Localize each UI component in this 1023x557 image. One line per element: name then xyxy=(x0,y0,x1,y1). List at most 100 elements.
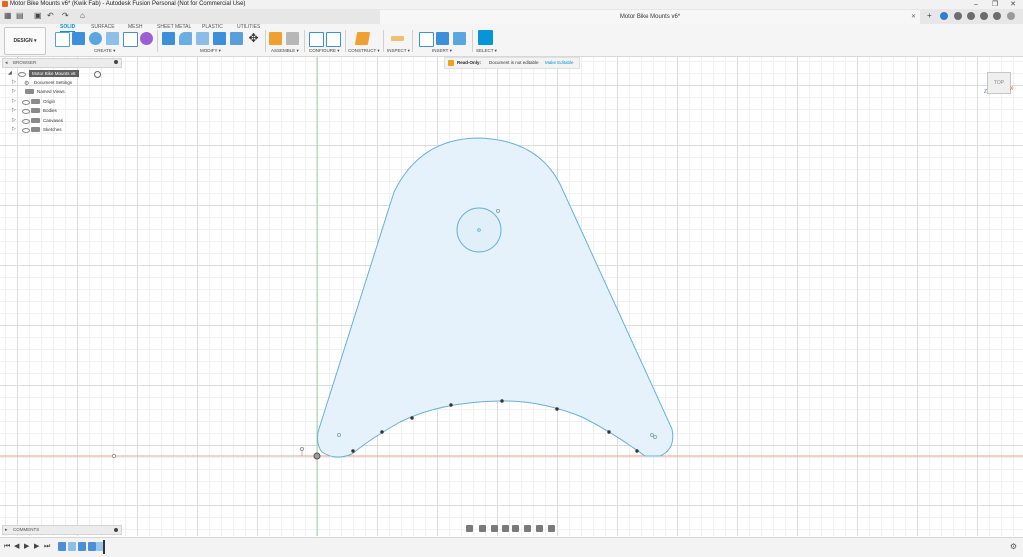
help-icon[interactable] xyxy=(993,12,1001,20)
tree-item-document-settings[interactable]: ▷ ⚙ Document Settings xyxy=(6,78,124,87)
close-tab-icon[interactable]: ✕ xyxy=(911,10,916,24)
orbit-icon[interactable] xyxy=(466,525,473,532)
tree-item-bodies[interactable]: ▷ Bodies xyxy=(6,106,124,115)
timeline-settings-icon[interactable]: ⚙ xyxy=(1010,542,1017,551)
shell-icon[interactable] xyxy=(213,32,226,45)
measure-icon[interactable] xyxy=(391,36,404,41)
joint-icon[interactable] xyxy=(286,32,299,45)
tree-item-sketches[interactable]: ▷ Sketches xyxy=(6,125,124,134)
insert-group-label[interactable]: INSERT ▾ xyxy=(432,48,452,54)
insert-mesh-icon[interactable] xyxy=(436,32,449,45)
modify-group-label[interactable]: MODIFY ▾ xyxy=(200,48,221,54)
go-to-end-button[interactable]: ⏭ xyxy=(44,542,50,552)
tree-item-canvases[interactable]: ▷ Canvases xyxy=(6,116,124,125)
configure-table-icon[interactable] xyxy=(326,32,341,47)
configure-group-label[interactable]: CONFIGURE ▾ xyxy=(309,48,340,54)
create-group-label[interactable]: CREATE ▾ xyxy=(94,48,115,54)
offset-plane-icon[interactable] xyxy=(354,32,371,45)
grid-settings-icon[interactable] xyxy=(536,525,543,532)
combine-icon[interactable] xyxy=(230,32,243,45)
timeline-sketch-feature[interactable] xyxy=(78,542,86,551)
pin-icon[interactable] xyxy=(114,60,118,64)
expand-arrow-icon[interactable]: ▷ xyxy=(12,125,16,134)
viewcube[interactable]: TOP xyxy=(987,72,1011,94)
timeline-sketch-feature[interactable] xyxy=(58,542,66,551)
display-settings-icon[interactable] xyxy=(524,525,531,532)
hole-icon[interactable] xyxy=(106,32,119,45)
construct-group-label[interactable]: CONSTRUCT ▾ xyxy=(348,48,380,54)
fit-icon[interactable] xyxy=(512,525,519,532)
expand-arrow-icon[interactable]: ▷ xyxy=(12,87,16,96)
tree-item-named-views[interactable]: ▷ Named Views xyxy=(6,87,124,96)
insert-derive-icon[interactable] xyxy=(419,32,434,47)
minimize-button[interactable]: – xyxy=(966,0,986,9)
select-group-label[interactable]: SELECT ▾ xyxy=(476,48,497,54)
tab-utilities[interactable]: UTILITIES xyxy=(237,24,260,30)
timeline-marker[interactable] xyxy=(103,540,105,554)
save-icon[interactable]: ▣ xyxy=(34,11,42,21)
app-grid-icon[interactable]: ▦ xyxy=(4,11,12,21)
tree-root[interactable]: ◢ Motor Bike Mounts v6 xyxy=(2,69,120,78)
user-avatar[interactable] xyxy=(1007,12,1015,20)
expand-arrow-icon[interactable]: ▷ xyxy=(12,116,16,125)
parameters-icon[interactable] xyxy=(309,32,324,47)
timeline-sketch-feature[interactable] xyxy=(88,542,96,551)
expand-arrow-icon[interactable]: ▷ xyxy=(12,97,16,106)
create-sketch-icon[interactable] xyxy=(55,32,70,47)
insert-canvas-icon[interactable] xyxy=(453,32,466,45)
go-to-start-button[interactable]: ⏮ xyxy=(4,542,10,552)
step-back-button[interactable]: ◀ xyxy=(14,542,19,552)
job-status-icon[interactable] xyxy=(954,12,962,20)
step-forward-button[interactable]: ▶ xyxy=(34,542,39,552)
mirror-form-icon[interactable] xyxy=(140,32,153,45)
new-component-icon[interactable] xyxy=(269,32,282,45)
pan-icon[interactable] xyxy=(491,525,498,532)
design-canvas[interactable] xyxy=(0,57,1023,536)
home-icon[interactable]: ⌂ xyxy=(80,11,85,21)
activate-icon[interactable] xyxy=(94,71,101,78)
expand-arrow-icon[interactable]: ◢ xyxy=(8,69,12,78)
maximize-button[interactable]: ❐ xyxy=(985,0,1005,9)
browser-header[interactable]: ◂ BROWSER xyxy=(2,58,122,68)
tab-mesh[interactable]: MESH xyxy=(128,24,142,30)
collapse-icon[interactable]: ◂ xyxy=(5,59,8,67)
visibility-eye-icon[interactable] xyxy=(22,128,30,133)
move-icon[interactable]: ✥ xyxy=(247,32,260,45)
redo-icon[interactable]: ↷ xyxy=(62,11,69,21)
workspace-switcher-button[interactable]: DESIGN ▾ xyxy=(4,27,46,55)
assemble-group-label[interactable]: ASSEMBLE ▾ xyxy=(271,48,299,54)
timeline-canvas-feature[interactable] xyxy=(68,542,76,551)
expand-icon[interactable]: ▸ xyxy=(5,526,8,534)
expand-arrow-icon[interactable]: ▷ xyxy=(12,78,16,87)
play-button[interactable]: ▶ xyxy=(24,542,29,552)
select-icon[interactable] xyxy=(478,30,493,45)
extrude-icon[interactable] xyxy=(72,32,85,45)
visibility-eye-icon[interactable] xyxy=(22,109,30,114)
tab-solid[interactable]: SOLID xyxy=(60,24,76,32)
inspect-group-label[interactable]: INSPECT ▾ xyxy=(387,48,410,54)
make-editable-button[interactable]: Make Editable xyxy=(545,58,574,68)
document-tab[interactable]: Motor Bike Mounts v6* ✕ xyxy=(380,10,920,24)
visibility-eye-icon[interactable] xyxy=(18,72,26,77)
visibility-eye-icon[interactable] xyxy=(22,100,30,105)
expand-arrow-icon[interactable]: ▷ xyxy=(12,106,16,115)
comments-panel[interactable]: ▸ COMMENTS xyxy=(2,525,122,535)
zoom-icon[interactable] xyxy=(502,525,509,532)
pin-icon[interactable] xyxy=(114,528,118,532)
undo-icon[interactable]: ↶ xyxy=(47,11,54,21)
tab-plastic[interactable]: PLASTIC xyxy=(202,24,223,30)
fillet-icon[interactable] xyxy=(179,32,192,45)
new-tab-icon[interactable]: + xyxy=(927,11,932,21)
notifications-icon[interactable] xyxy=(980,12,988,20)
look-at-icon[interactable] xyxy=(479,525,486,532)
pattern-icon[interactable] xyxy=(123,32,138,47)
tree-item-origin[interactable]: ▷ Origin xyxy=(6,97,124,106)
press-pull-icon[interactable] xyxy=(162,32,175,45)
close-window-button[interactable]: ✕ xyxy=(1003,0,1023,9)
extensions-icon[interactable] xyxy=(940,12,948,20)
tab-sheet-metal[interactable]: SHEET METAL xyxy=(157,24,191,30)
visibility-eye-icon[interactable] xyxy=(22,119,30,124)
online-status-icon[interactable] xyxy=(967,12,975,20)
viewports-icon[interactable] xyxy=(548,525,555,532)
tab-surface[interactable]: SURFACE xyxy=(91,24,115,30)
